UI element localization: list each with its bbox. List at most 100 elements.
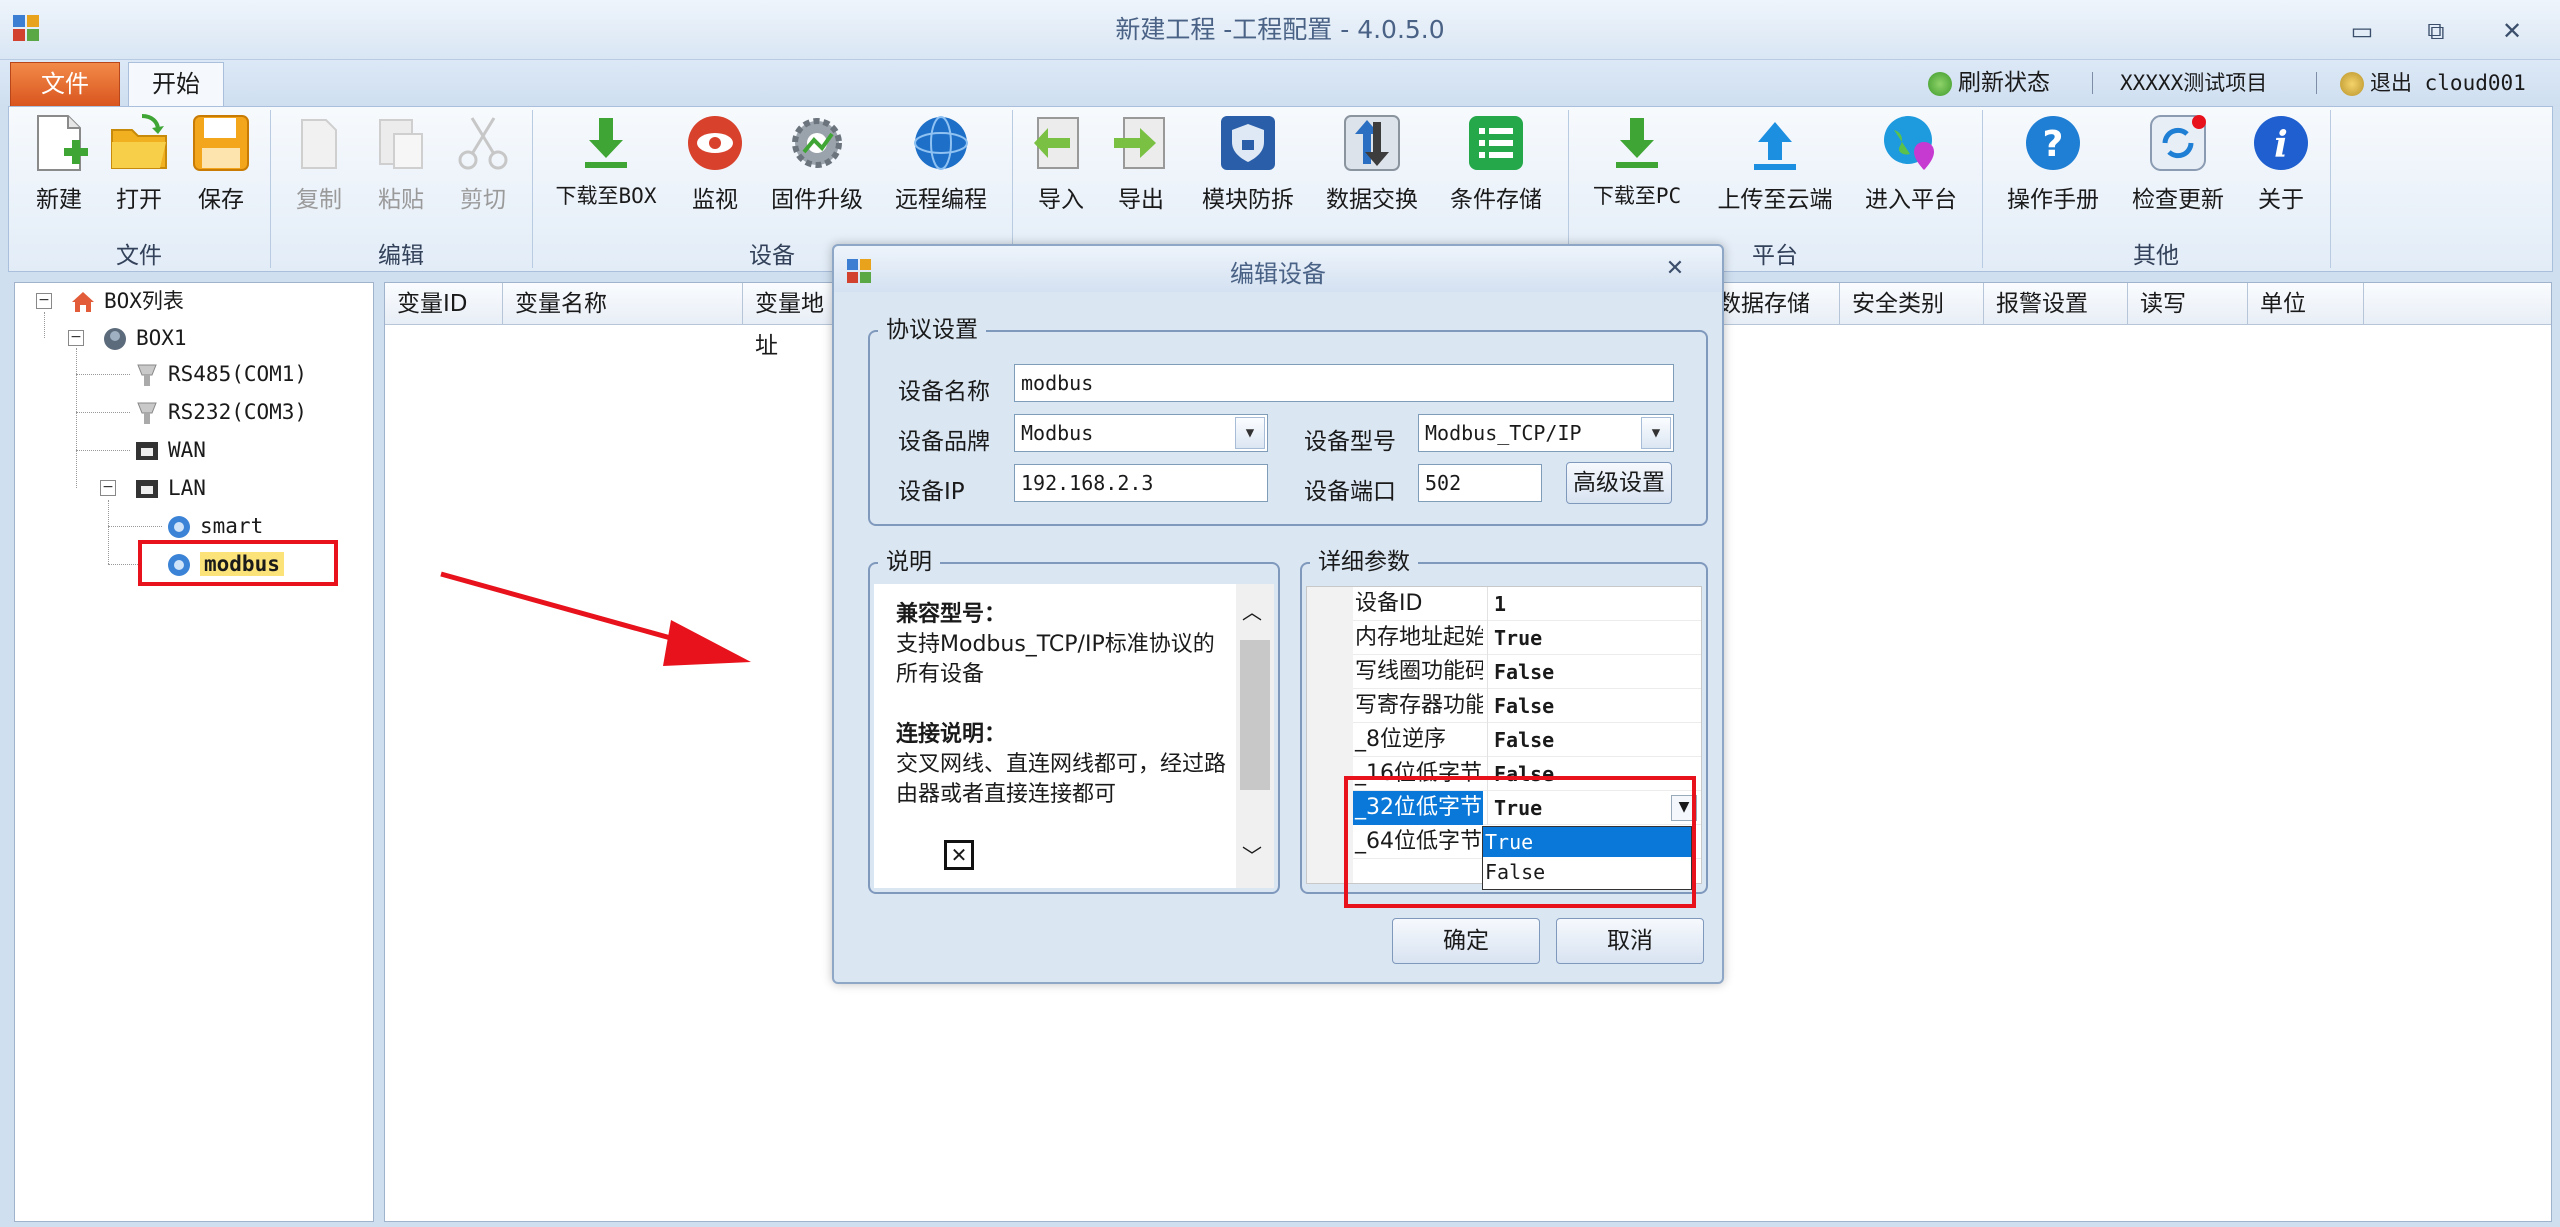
ok-button[interactable]: 确定 bbox=[1392, 918, 1540, 964]
advanced-settings-button[interactable]: 高级设置 bbox=[1566, 462, 1672, 504]
cut-button[interactable]: 剪切 bbox=[448, 112, 518, 214]
tree-item-rs485[interactable]: RS485(COM1) bbox=[134, 357, 307, 391]
tab-home[interactable]: 开始 bbox=[128, 62, 224, 107]
group-separator bbox=[2330, 110, 2331, 268]
export-button[interactable]: 导出 bbox=[1106, 112, 1176, 214]
grid-column-header[interactable]: 变量地址 bbox=[743, 283, 843, 359]
remote-programming-button[interactable]: 远程编程 bbox=[886, 112, 996, 214]
grid-column-header[interactable]: 安全类别 bbox=[1840, 283, 1984, 325]
tree-collapse-toggle[interactable]: − bbox=[36, 293, 52, 309]
upload-icon bbox=[1744, 112, 1806, 174]
close-button[interactable]: ✕ bbox=[2494, 16, 2530, 46]
group-title-other: 其他 bbox=[2133, 243, 2179, 269]
logout-link[interactable]: 退出 cloud001 bbox=[2340, 66, 2526, 100]
upload-to-cloud-button[interactable]: 上传至云端 bbox=[1710, 112, 1840, 214]
module-anti-tamper-button[interactable]: 模块防拆 bbox=[1196, 112, 1300, 214]
firmware-upgrade-button[interactable]: 固件升级 bbox=[764, 112, 870, 214]
annotation-arrow bbox=[440, 571, 751, 666]
new-doc-icon bbox=[28, 112, 90, 174]
device-brand-select[interactable]: Modbus ▼ bbox=[1014, 414, 1268, 452]
data-exchange-button[interactable]: 数据交换 bbox=[1320, 112, 1424, 214]
network-port-icon bbox=[134, 476, 160, 502]
chevron-up-icon[interactable]: ︿ bbox=[1242, 596, 1262, 625]
tree-item-rs232[interactable]: RS232(COM3) bbox=[134, 395, 307, 429]
serial-port-icon bbox=[134, 400, 160, 426]
device-ip-input[interactable]: 192.168.2.3 bbox=[1014, 464, 1268, 502]
close-icon: ✕ bbox=[2501, 17, 2523, 45]
paste-button[interactable]: 粘贴 bbox=[366, 112, 436, 214]
grid-column-header[interactable]: 数据存储 bbox=[1706, 283, 1840, 325]
grid-column-header[interactable]: 变量ID bbox=[385, 283, 503, 325]
enter-platform-button[interactable]: 进入平台 bbox=[1858, 112, 1964, 214]
user-manual-button[interactable]: ? 操作手册 bbox=[2002, 112, 2104, 214]
property-row[interactable]: 内存地址起始 True bbox=[1353, 621, 1701, 655]
device-name-input[interactable]: modbus bbox=[1014, 364, 1674, 402]
chevron-down-icon[interactable]: ▼ bbox=[1235, 417, 1265, 449]
refresh-status-link[interactable]: 刷新状态 bbox=[1928, 66, 2050, 100]
edit-device-dialog: 编辑设备 ✕ 协议设置 设备名称 modbus 设备品牌 Modbus ▼ 设备… bbox=[832, 244, 1724, 984]
project-name-link[interactable]: XXXXX测试项目 bbox=[2120, 66, 2267, 100]
grid-column-header[interactable]: 读写 bbox=[2128, 283, 2248, 325]
group-title-edit: 编辑 bbox=[378, 243, 424, 269]
close-icon: ✕ bbox=[1665, 256, 1685, 281]
tree-collapse-toggle[interactable]: − bbox=[100, 480, 116, 496]
highlight-box bbox=[138, 540, 338, 586]
maximize-button[interactable]: ⧉ bbox=[2418, 16, 2454, 46]
chevron-down-icon[interactable]: ▼ bbox=[1641, 417, 1671, 449]
list-icon bbox=[1465, 112, 1527, 174]
download-to-box-button[interactable]: 下载至BOX bbox=[548, 112, 664, 210]
user-icon bbox=[2340, 72, 2364, 96]
refresh-icon bbox=[2147, 112, 2209, 174]
save-button[interactable]: 保存 bbox=[186, 112, 256, 214]
property-row[interactable]: 设备ID 1 bbox=[1353, 587, 1701, 621]
save-icon bbox=[190, 112, 252, 174]
tree-item-lan[interactable]: LAN bbox=[134, 471, 206, 505]
description-scrollbar[interactable]: ︿ ﹀ bbox=[1236, 584, 1274, 888]
import-button[interactable]: 导入 bbox=[1026, 112, 1096, 214]
check-update-button[interactable]: 检查更新 bbox=[2126, 112, 2230, 214]
dialog-title: 编辑设备 bbox=[1230, 260, 1326, 288]
import-arrow-icon bbox=[1030, 112, 1092, 174]
minimize-button[interactable]: ▭ bbox=[2344, 16, 2380, 46]
protocol-settings-legend: 协议设置 bbox=[878, 310, 986, 344]
property-row[interactable]: 写寄存器功能码False bbox=[1353, 689, 1701, 723]
tree-item-wan[interactable]: WAN bbox=[134, 433, 206, 467]
copy-button[interactable]: 复制 bbox=[284, 112, 354, 214]
dialog-close-button[interactable]: ✕ bbox=[1660, 254, 1690, 284]
cancel-button[interactable]: 取消 bbox=[1556, 918, 1704, 964]
chevron-down-icon[interactable]: ﹀ bbox=[1242, 840, 1262, 869]
property-row[interactable]: _8位逆序 False bbox=[1353, 723, 1701, 757]
grid-column-header[interactable]: 变量名称 bbox=[503, 283, 743, 325]
globe-icon bbox=[910, 112, 972, 174]
tree-item-box1[interactable]: BOX1 bbox=[102, 321, 187, 355]
detail-params-legend: 详细参数 bbox=[1310, 542, 1418, 576]
network-port-icon bbox=[134, 438, 160, 464]
svg-text:i: i bbox=[2274, 124, 2288, 166]
scissors-icon bbox=[452, 112, 514, 174]
home-icon bbox=[70, 289, 96, 315]
export-arrow-icon bbox=[1110, 112, 1172, 174]
highlight-box bbox=[1344, 776, 1696, 908]
tree-collapse-toggle[interactable]: − bbox=[68, 330, 84, 346]
new-button[interactable]: 新建 bbox=[24, 112, 94, 214]
grid-column-header[interactable]: 报警设置 bbox=[1984, 283, 2128, 325]
copy-icon bbox=[288, 112, 350, 174]
device-port-input[interactable]: 502 bbox=[1418, 464, 1542, 502]
condition-storage-button[interactable]: 条件存储 bbox=[1444, 112, 1548, 214]
description-legend: 说明 bbox=[878, 542, 940, 576]
download-to-pc-button[interactable]: 下载至PC bbox=[1582, 112, 1692, 210]
open-button[interactable]: 打开 bbox=[104, 112, 174, 214]
property-row[interactable]: 写线圈功能码 False bbox=[1353, 655, 1701, 689]
tree-item-box-list[interactable]: BOX列表 bbox=[70, 284, 184, 318]
download-icon bbox=[1606, 112, 1668, 174]
tree-item-smart[interactable]: smart bbox=[166, 509, 263, 543]
serial-port-icon bbox=[134, 362, 160, 388]
device-model-select[interactable]: Modbus_TCP/IP ▼ bbox=[1418, 414, 1674, 452]
about-button[interactable]: i 关于 bbox=[2248, 112, 2314, 214]
minimize-icon: ▭ bbox=[2350, 17, 2374, 45]
tab-file[interactable]: 文件 bbox=[10, 62, 120, 106]
grid-column-header[interactable]: 单位 bbox=[2248, 283, 2364, 325]
description-text: 兼容型号： 支持Modbus_TCP/IP标准协议的所有设备 连接说明： 交叉网… bbox=[874, 584, 1236, 888]
scrollbar-thumb[interactable] bbox=[1240, 640, 1270, 790]
monitor-button[interactable]: 监视 bbox=[680, 112, 750, 214]
